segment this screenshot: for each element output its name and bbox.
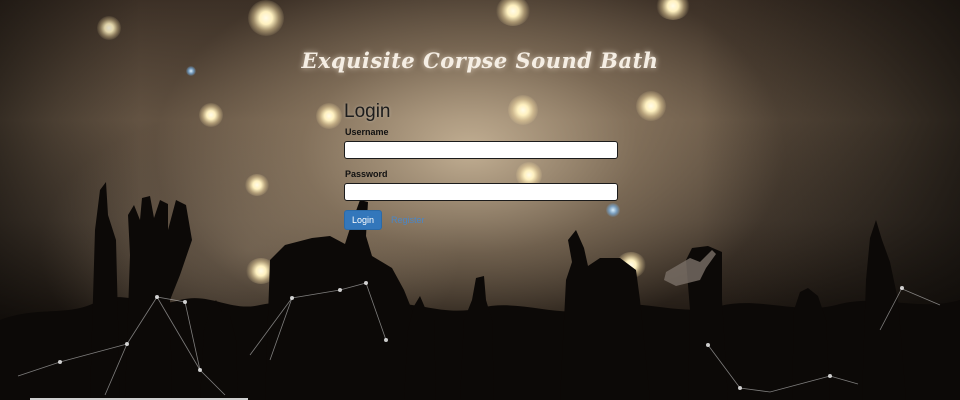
username-input[interactable] (344, 141, 618, 159)
login-button[interactable]: Login (344, 210, 383, 230)
password-label: Password (345, 169, 388, 179)
login-form: Login Username Password Login Register (344, 101, 618, 230)
username-label: Username (345, 127, 389, 137)
password-input[interactable] (344, 183, 618, 201)
site-title: Exquisite Corpse Sound Bath (301, 48, 659, 73)
form-actions: Login Register (344, 210, 618, 230)
login-heading: Login (344, 101, 391, 122)
register-link[interactable]: Register (391, 215, 425, 225)
